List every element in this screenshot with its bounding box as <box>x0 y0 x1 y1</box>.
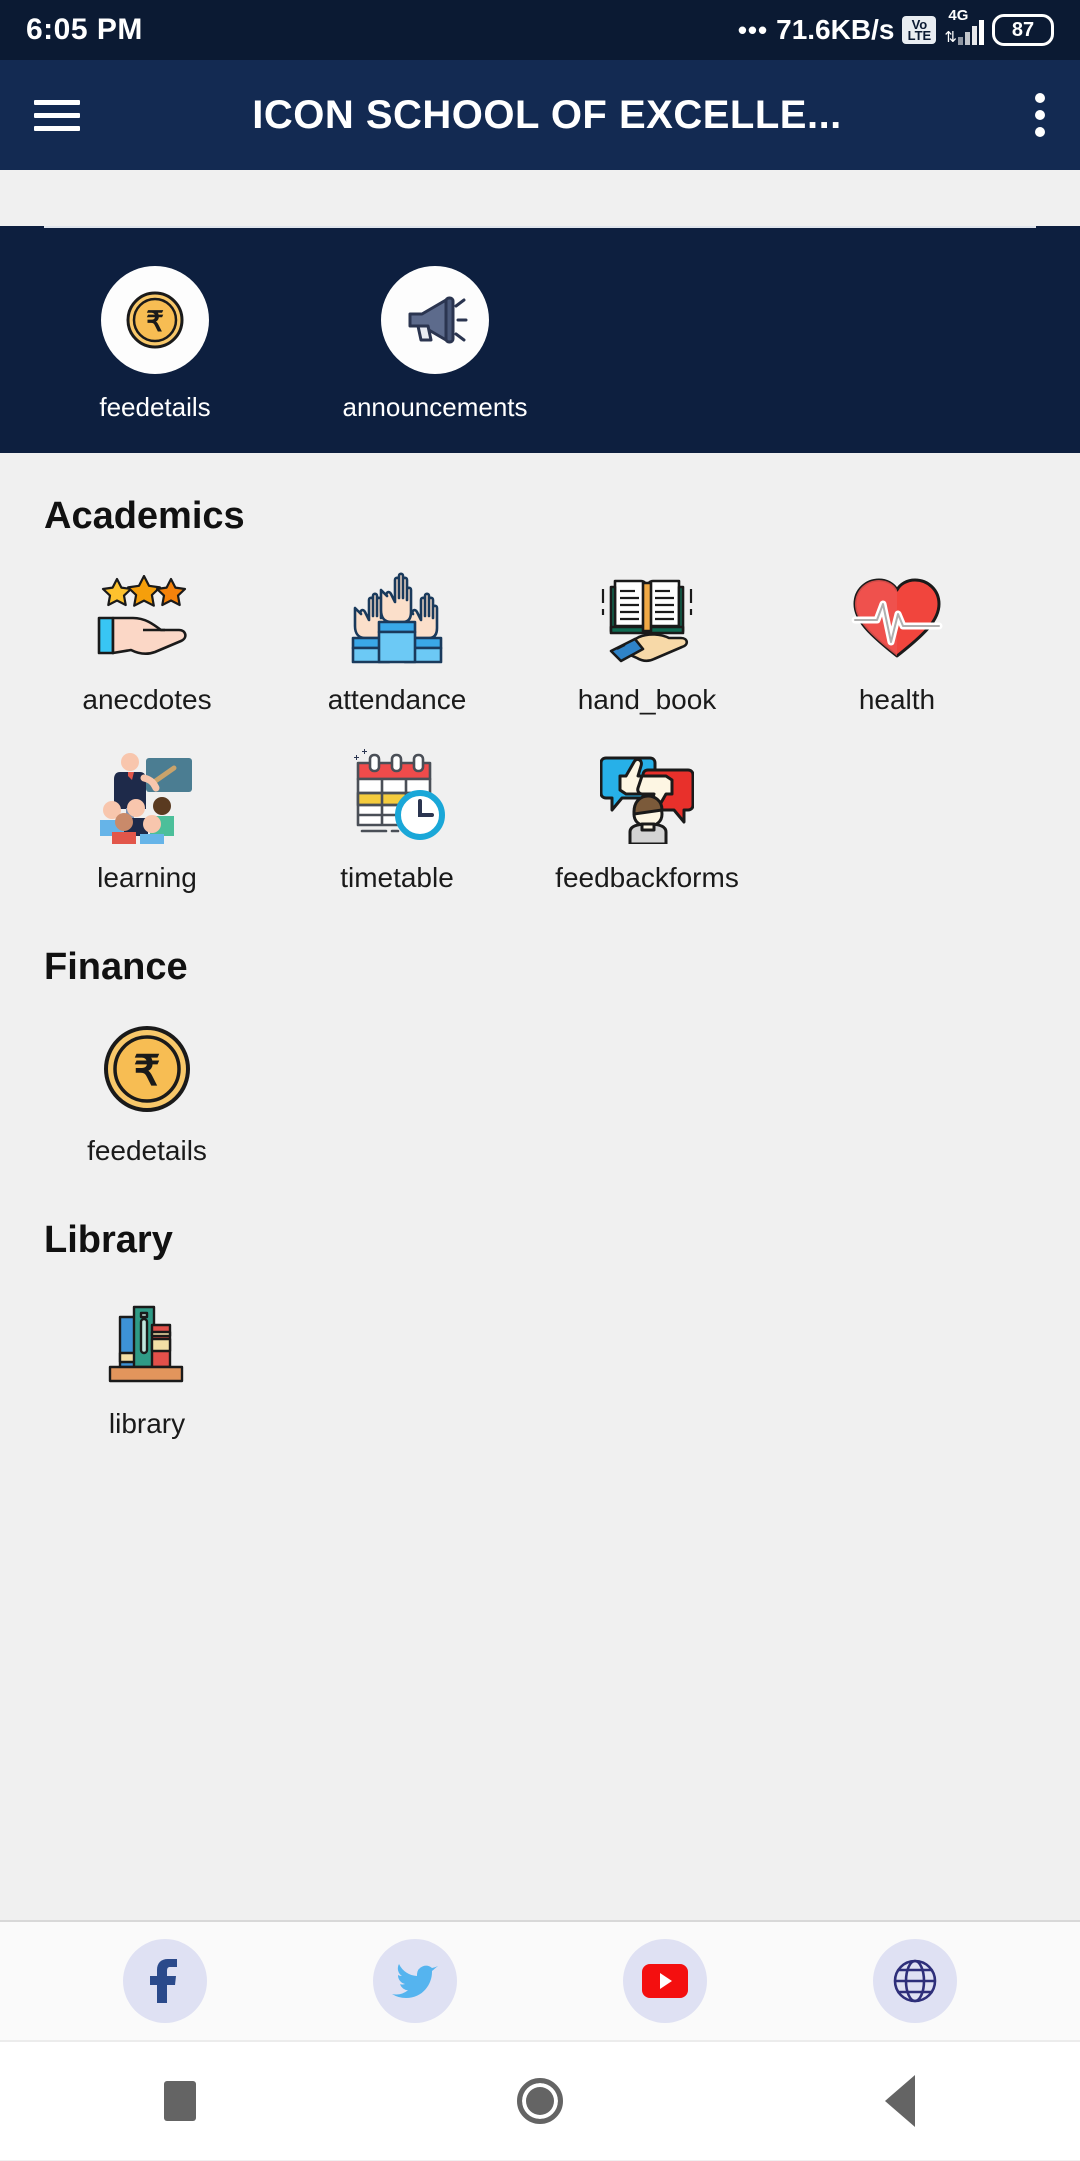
signal-strength-icon: 4G ⇅ <box>944 7 984 46</box>
twitter-icon[interactable] <box>373 1939 457 2023</box>
section-title-finance: Finance <box>44 946 188 988</box>
website-globe-icon[interactable] <box>873 1939 957 2023</box>
recents-square-icon[interactable] <box>120 2041 240 2161</box>
section-title-academics: Academics <box>44 495 245 537</box>
status-time: 6:05 PM <box>26 13 143 46</box>
grid-item-label: feedetails <box>87 1135 207 1166</box>
facebook-icon[interactable] <box>123 1939 207 2023</box>
raised-hands-icon <box>347 570 447 666</box>
grid-item-timetable[interactable]: timetable <box>272 726 522 904</box>
grid-item-learning[interactable]: learning <box>22 726 272 904</box>
bookshelf-icon <box>102 1294 192 1390</box>
content-area: Academics anecdotes attendance hand_book… <box>0 453 1080 1460</box>
page-title: ICON SCHOOL OF EXCELLE... <box>252 92 842 137</box>
status-bar: 6:05 PM ••• 71.6KB/s Vo LTE 4G ⇅ 87 <box>0 0 1080 60</box>
library-grid: library <box>0 1272 1080 1450</box>
youtube-icon[interactable] <box>623 1939 707 2023</box>
grid-item-health[interactable]: health <box>772 548 1022 726</box>
grid-item-label: timetable <box>340 862 454 893</box>
back-triangle-icon[interactable] <box>840 2041 960 2161</box>
grid-item-label: learning <box>97 862 197 893</box>
data-transfer-icon: ⇅ <box>944 29 957 46</box>
heart-pulse-icon <box>849 570 945 666</box>
app-bar: ICON SCHOOL OF EXCELLE... <box>0 60 1080 170</box>
thumbs-feedback-icon <box>600 748 694 844</box>
notification-dots-icon: ••• <box>737 15 769 45</box>
home-circle-icon[interactable] <box>480 2041 600 2161</box>
hero-shortcut-label: announcements <box>342 392 528 422</box>
grid-item-label: attendance <box>327 684 467 715</box>
social-links-bar <box>0 1920 1080 2040</box>
rupee-coin-icon: ₹ <box>101 1021 193 1117</box>
grid-item-label: library <box>108 1408 186 1439</box>
grid-item-hand-book[interactable]: hand_book <box>522 548 772 726</box>
volte-icon: Vo LTE <box>902 16 937 44</box>
svg-text:₹: ₹ <box>146 306 164 337</box>
hamburger-menu-icon[interactable] <box>34 99 80 131</box>
grid-item-library[interactable]: library <box>22 1272 272 1450</box>
grid-item-label: hand_book <box>577 684 717 715</box>
network-type-label: 4G <box>948 7 969 24</box>
megaphone-icon <box>381 266 489 374</box>
open-book-hand-icon <box>595 570 699 666</box>
rupee-coin-icon: ₹ <box>101 266 209 374</box>
grid-item-feedetails[interactable]: ₹ feedetails <box>22 999 272 1177</box>
kebab-menu-icon[interactable] <box>1034 93 1046 137</box>
grid-item-label: health <box>858 684 936 715</box>
grid-item-anecdotes[interactable]: anecdotes <box>22 548 272 726</box>
hero-shortcut-feedetails[interactable]: ₹ feedetails <box>70 266 240 423</box>
android-nav-bar <box>0 2040 1080 2160</box>
battery-icon: 87 <box>992 14 1054 46</box>
grid-item-attendance[interactable]: attendance <box>272 548 522 726</box>
volte-bottom-text: LTE <box>907 28 932 43</box>
calendar-clock-icon <box>348 748 446 844</box>
grid-item-label: anecdotes <box>82 684 212 715</box>
grid-item-label: feedbackforms <box>555 862 739 893</box>
stars-hand-icon <box>95 570 199 666</box>
hero-shortcut-row: ₹ feedetails announcements <box>0 228 1080 423</box>
grid-item-feedbackforms[interactable]: feedbackforms <box>522 726 772 904</box>
hero-shortcut-label: feedetails <box>99 392 211 422</box>
network-speed-label: 71.6KB/s <box>776 14 895 45</box>
teacher-classroom-icon <box>96 748 198 844</box>
hero-section: ₹ feedetails announcements <box>0 226 1080 453</box>
hero-shortcut-announcements[interactable]: announcements <box>342 266 528 423</box>
status-icons: ••• 71.6KB/s Vo LTE 4G ⇅ 87 <box>737 7 1054 46</box>
svg-text:₹: ₹ <box>134 1047 161 1094</box>
section-title-library: Library <box>44 1219 173 1261</box>
finance-grid: ₹ feedetails <box>0 999 1080 1177</box>
academics-grid: anecdotes attendance hand_book health le… <box>0 548 1080 904</box>
